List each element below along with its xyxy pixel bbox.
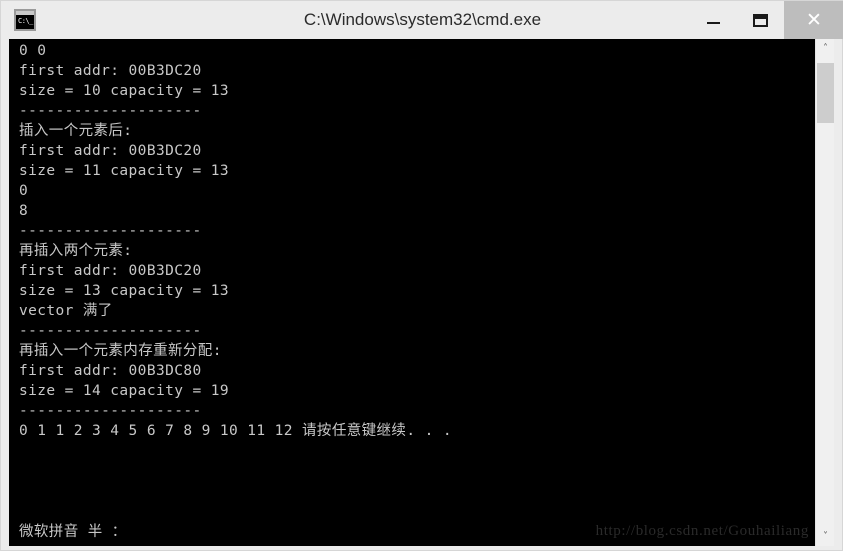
close-button[interactable]: ✕ xyxy=(784,1,843,39)
cmd-console-icon: C:\_ xyxy=(14,9,36,31)
minimize-button[interactable] xyxy=(690,1,737,39)
title-bar[interactable]: C:\_ C:\Windows\system32\cmd.exe ✕ xyxy=(1,1,843,39)
icon-prompt-text: C:\_ xyxy=(18,17,33,25)
scroll-down-icon[interactable]: ˅ xyxy=(816,527,835,546)
console-output-area[interactable]: 0 0 first addr: 00B3DC20 size = 10 capac… xyxy=(9,39,815,546)
console-output-text: 0 0 first addr: 00B3DC20 size = 10 capac… xyxy=(19,43,452,439)
maximize-button[interactable] xyxy=(737,1,784,39)
icon-screen: C:\_ xyxy=(16,11,34,29)
close-icon: ✕ xyxy=(806,9,822,31)
scroll-up-icon[interactable]: ˄ xyxy=(816,39,835,58)
window-controls: ✕ xyxy=(690,1,843,39)
minimize-icon xyxy=(707,22,720,24)
scrollbar-thumb[interactable] xyxy=(817,63,834,123)
vertical-scrollbar[interactable]: ˄ ˅ xyxy=(815,39,834,546)
ime-status-text: 微软拼音 半 ： xyxy=(19,524,127,540)
icon-titlebar-stripe xyxy=(16,11,34,15)
maximize-icon xyxy=(753,13,768,27)
watermark-url: http://blog.csdn.net/Gouhailiang xyxy=(595,523,809,539)
console-client-area: 0 0 first addr: 00B3DC20 size = 10 capac… xyxy=(6,39,839,547)
cmd-window: C:\_ C:\Windows\system32\cmd.exe ✕ 0 0 f… xyxy=(0,0,843,551)
